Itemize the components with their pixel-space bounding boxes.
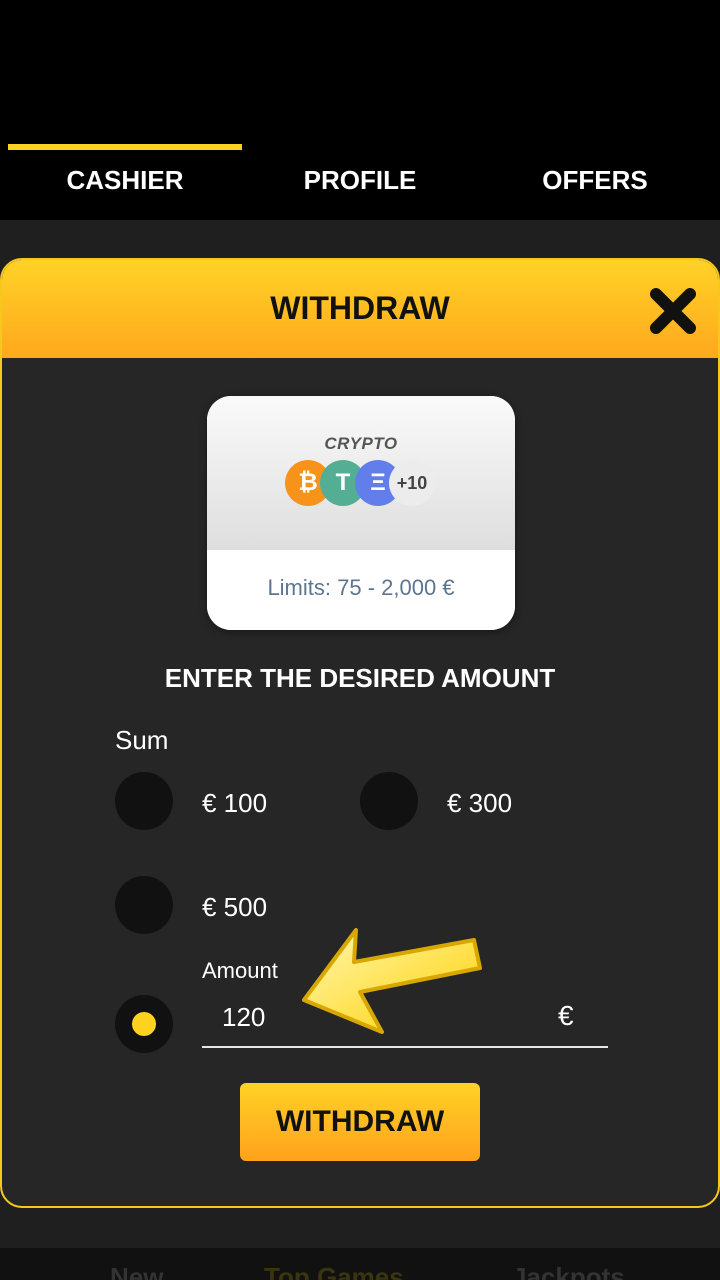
bottom-nav: New Top Games Jackpots [0, 1248, 720, 1280]
tab-cashier[interactable]: CASHIER [5, 165, 245, 196]
amount-label: Amount [202, 958, 278, 983]
withdraw-button[interactable]: WITHDRAW [240, 1083, 480, 1161]
method-name: CRYPTO [324, 434, 398, 453]
coin-icons: ₿ T Ξ +10 [285, 460, 445, 508]
sum-label: Sum [115, 725, 169, 755]
active-tab-indicator [8, 144, 242, 150]
close-icon [650, 288, 696, 334]
method-card-top: CRYPTO ₿ T Ξ +10 [207, 396, 515, 550]
radio-selected-dot [132, 1012, 156, 1036]
bottom-nav-new[interactable]: New [110, 1262, 163, 1280]
top-tabs: CASHIER PROFILE OFFERS [0, 0, 720, 220]
bottom-nav-top-games[interactable]: Top Games [264, 1262, 404, 1280]
amount-input[interactable] [202, 988, 608, 1048]
option-label-500: € 500 [202, 892, 268, 922]
option-label-100: € 100 [202, 788, 268, 818]
tab-profile[interactable]: PROFILE [240, 165, 480, 196]
section-title: ENTER THE DESIRED AMOUNT [164, 663, 556, 693]
currency-symbol: € [558, 1000, 574, 1031]
method-limits: Limits: 75 - 2,000 € [207, 550, 515, 630]
radio-option-100[interactable] [115, 772, 173, 830]
modal-title: WITHDRAW [270, 290, 450, 326]
more-coins-badge: +10 [389, 460, 435, 506]
withdraw-modal: WITHDRAW CRYPTO ₿ T Ξ +10 Limits: 75 - 2… [0, 258, 720, 1208]
modal-header: WITHDRAW [2, 260, 718, 358]
close-button[interactable] [648, 286, 698, 336]
radio-option-custom[interactable] [115, 995, 173, 1053]
tab-offers[interactable]: OFFERS [475, 165, 715, 196]
option-label-300: € 300 [447, 788, 513, 818]
radio-option-500[interactable] [115, 876, 173, 934]
bottom-nav-jackpots[interactable]: Jackpots [512, 1262, 625, 1280]
payment-method-card[interactable]: CRYPTO ₿ T Ξ +10 Limits: 75 - 2,000 € [207, 396, 515, 630]
radio-option-300[interactable] [360, 772, 418, 830]
